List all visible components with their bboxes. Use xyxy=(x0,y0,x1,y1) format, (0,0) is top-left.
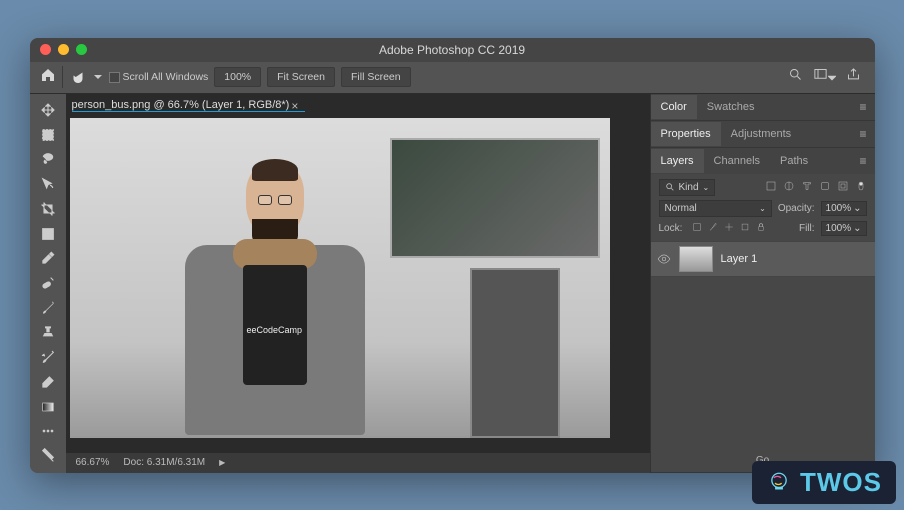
bulb-icon xyxy=(766,470,792,496)
tab-properties[interactable]: Properties xyxy=(651,122,721,146)
lock-artboard-icon[interactable] xyxy=(740,222,750,235)
lock-position-icon[interactable] xyxy=(724,222,734,235)
blend-mode-dropdown[interactable]: Normal ⌄ xyxy=(659,200,772,217)
close-tab-icon[interactable]: × xyxy=(291,99,298,113)
status-bar: 66.67% Doc: 6.31M/6.31M ▶ xyxy=(66,453,650,473)
eraser-tool[interactable] xyxy=(34,372,62,393)
scroll-all-windows-label: Scroll All Windows xyxy=(123,71,209,83)
window-controls xyxy=(40,44,87,55)
gradient-tool[interactable] xyxy=(34,396,62,417)
tab-color[interactable]: Color xyxy=(651,95,697,119)
layer-row[interactable]: Layer 1 xyxy=(651,241,875,277)
quick-selection-tool[interactable] xyxy=(34,174,62,195)
lock-transparency-icon[interactable] xyxy=(692,222,702,235)
shirt-text: eeCodeCamp xyxy=(247,325,303,335)
document-tab[interactable]: person_bus.png @ 66.7% (Layer 1, RGB/8*) xyxy=(72,99,306,112)
doc-info[interactable]: Doc: 6.31M/6.31M xyxy=(123,457,205,468)
home-button[interactable] xyxy=(40,67,56,88)
person: eeCodeCamp xyxy=(180,163,370,438)
lock-all-icon[interactable] xyxy=(756,222,766,235)
scroll-all-windows-checkbox[interactable] xyxy=(109,72,120,83)
color-panel-menu-icon[interactable]: ≡ xyxy=(859,100,870,114)
layer-filter-dropdown[interactable]: Kind ⌄ xyxy=(659,179,716,196)
share-icon[interactable] xyxy=(846,67,861,87)
bus-door xyxy=(470,268,560,438)
zoom-100-button[interactable]: 100% xyxy=(214,67,261,87)
crop-tool[interactable] xyxy=(34,198,62,219)
filter-shape-icon[interactable] xyxy=(819,180,831,195)
search-icon[interactable] xyxy=(788,67,803,87)
fill-label: Fill: xyxy=(799,223,815,234)
opacity-input[interactable]: 100% ⌄ xyxy=(821,201,867,216)
move-tool[interactable] xyxy=(34,100,62,121)
watermark: TWOS xyxy=(752,461,896,504)
maximize-window-button[interactable] xyxy=(76,44,87,55)
tab-paths[interactable]: Paths xyxy=(770,149,818,173)
layer-name[interactable]: Layer 1 xyxy=(721,253,758,265)
document-image: eeCodeCamp xyxy=(70,118,610,438)
canvas[interactable]: eeCodeCamp xyxy=(70,118,650,453)
layer-visibility-icon[interactable] xyxy=(657,252,671,266)
opacity-label: Opacity: xyxy=(778,203,815,214)
layers-panel-menu-icon[interactable]: ≡ xyxy=(859,154,870,168)
frame-tool[interactable] xyxy=(34,223,62,244)
marquee-tool[interactable] xyxy=(34,124,62,145)
close-window-button[interactable] xyxy=(40,44,51,55)
eyedropper-tool[interactable] xyxy=(34,248,62,269)
document-tab-bar: person_bus.png @ 66.7% (Layer 1, RGB/8*)… xyxy=(66,94,650,118)
layer-thumbnail[interactable] xyxy=(679,246,713,272)
filter-smart-icon[interactable] xyxy=(837,180,849,195)
healing-brush-tool[interactable] xyxy=(34,273,62,294)
lock-label: Lock: xyxy=(659,223,683,234)
fill-value: 100% xyxy=(826,223,852,234)
app-title: Adobe Photoshop CC 2019 xyxy=(379,43,525,57)
layers-panel-group: Layers Channels Paths ≡ Kind ⌄ xyxy=(651,148,875,473)
tab-adjustments[interactable]: Adjustments xyxy=(721,122,802,146)
scroll-all-windows-option[interactable]: Scroll All Windows xyxy=(109,71,209,83)
options-bar: Scroll All Windows 100% Fit Screen Fill … xyxy=(30,62,875,94)
blend-mode-value: Normal xyxy=(665,203,697,214)
hand-tool-indicator[interactable] xyxy=(69,68,87,86)
divider xyxy=(62,66,63,88)
zoom-level[interactable]: 66.67% xyxy=(76,457,110,468)
filter-adjustment-icon[interactable] xyxy=(783,180,795,195)
color-panel-group: Color Swatches ≡ xyxy=(651,94,875,121)
properties-panel-menu-icon[interactable]: ≡ xyxy=(859,127,870,141)
filter-pixel-icon[interactable] xyxy=(765,180,777,195)
right-panels: Color Swatches ≡ Properties Adjustments … xyxy=(650,94,875,473)
status-chevron-icon[interactable]: ▶ xyxy=(219,458,225,467)
fill-input[interactable]: 100% ⌄ xyxy=(821,221,867,236)
bus-window xyxy=(390,138,600,258)
fit-screen-button[interactable]: Fit Screen xyxy=(267,67,335,87)
workspace-switcher-icon[interactable] xyxy=(813,67,836,87)
tab-channels[interactable]: Channels xyxy=(704,149,770,173)
edit-toolbar-icon[interactable] xyxy=(34,446,62,467)
layer-filter-label: Kind xyxy=(679,182,699,193)
filter-type-icon[interactable] xyxy=(801,180,813,195)
tab-layers[interactable]: Layers xyxy=(651,149,704,173)
fill-screen-button[interactable]: Fill Screen xyxy=(341,67,411,87)
properties-panel-group: Properties Adjustments ≡ xyxy=(651,121,875,148)
history-brush-tool[interactable] xyxy=(34,347,62,368)
clone-stamp-tool[interactable] xyxy=(34,322,62,343)
more-tools-icon[interactable] xyxy=(34,421,62,442)
brush-tool[interactable] xyxy=(34,297,62,318)
tool-preset-chevron[interactable] xyxy=(93,68,103,86)
document-tab-label: person_bus.png @ 66.7% (Layer 1, RGB/8*) xyxy=(72,99,290,111)
watermark-text: TWOS xyxy=(800,467,882,498)
opacity-value: 100% xyxy=(826,203,852,214)
minimize-window-button[interactable] xyxy=(58,44,69,55)
title-bar: Adobe Photoshop CC 2019 xyxy=(30,38,875,62)
filter-toggle-icon[interactable] xyxy=(855,180,867,195)
lock-pixels-icon[interactable] xyxy=(708,222,718,235)
lasso-tool[interactable] xyxy=(34,149,62,170)
toolbox xyxy=(30,94,66,473)
tab-swatches[interactable]: Swatches xyxy=(697,95,765,119)
